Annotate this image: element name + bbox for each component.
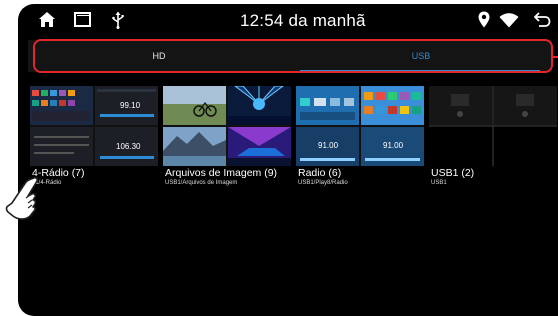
thumb-freq-b: 106.30 <box>116 142 141 151</box>
wifi-icon <box>499 13 519 33</box>
usb-icon <box>112 11 124 34</box>
folder-path: USB1 <box>431 180 447 186</box>
folder-4-radio[interactable]: 99.10 106.30 <box>30 86 158 166</box>
folder-thumbnail <box>163 86 291 166</box>
folder-thumbnail: 91.00 91.00 <box>296 86 424 166</box>
folder-title: Radio (6) <box>298 167 342 179</box>
highlight-callout-line <box>551 56 558 58</box>
folder-path: USB1/Play8/Radio <box>298 180 348 186</box>
back-icon[interactable] <box>533 11 551 33</box>
folder-radio[interactable]: 91.00 91.00 <box>296 86 424 166</box>
folder-usb1[interactable] <box>429 86 557 166</box>
home-icon[interactable] <box>38 11 56 33</box>
folder-thumbnail <box>429 86 557 166</box>
clock: 12:54 da manhã <box>240 11 366 30</box>
recent-apps-icon[interactable] <box>74 12 92 33</box>
thumb-freq-c: 91.00 <box>318 141 339 150</box>
folder-title: USB1 (2) <box>431 167 475 179</box>
pointing-hand-icon <box>4 176 42 227</box>
thumb-freq-c-2: 91.00 <box>383 141 404 150</box>
folder-path: USB1/Arquivos de Imagem <box>165 180 238 186</box>
folder-arquivos-de-imagem[interactable] <box>163 86 291 166</box>
location-icon <box>478 11 490 33</box>
folder-thumbnail: 99.10 106.30 <box>30 86 158 166</box>
thumb-freq-a: 99.10 <box>120 101 141 110</box>
status-bar: 12:54 da manhã <box>18 4 558 38</box>
tab-highlight-annotation <box>33 39 553 73</box>
folder-title: Arquivos de Imagem (9) <box>165 167 278 179</box>
